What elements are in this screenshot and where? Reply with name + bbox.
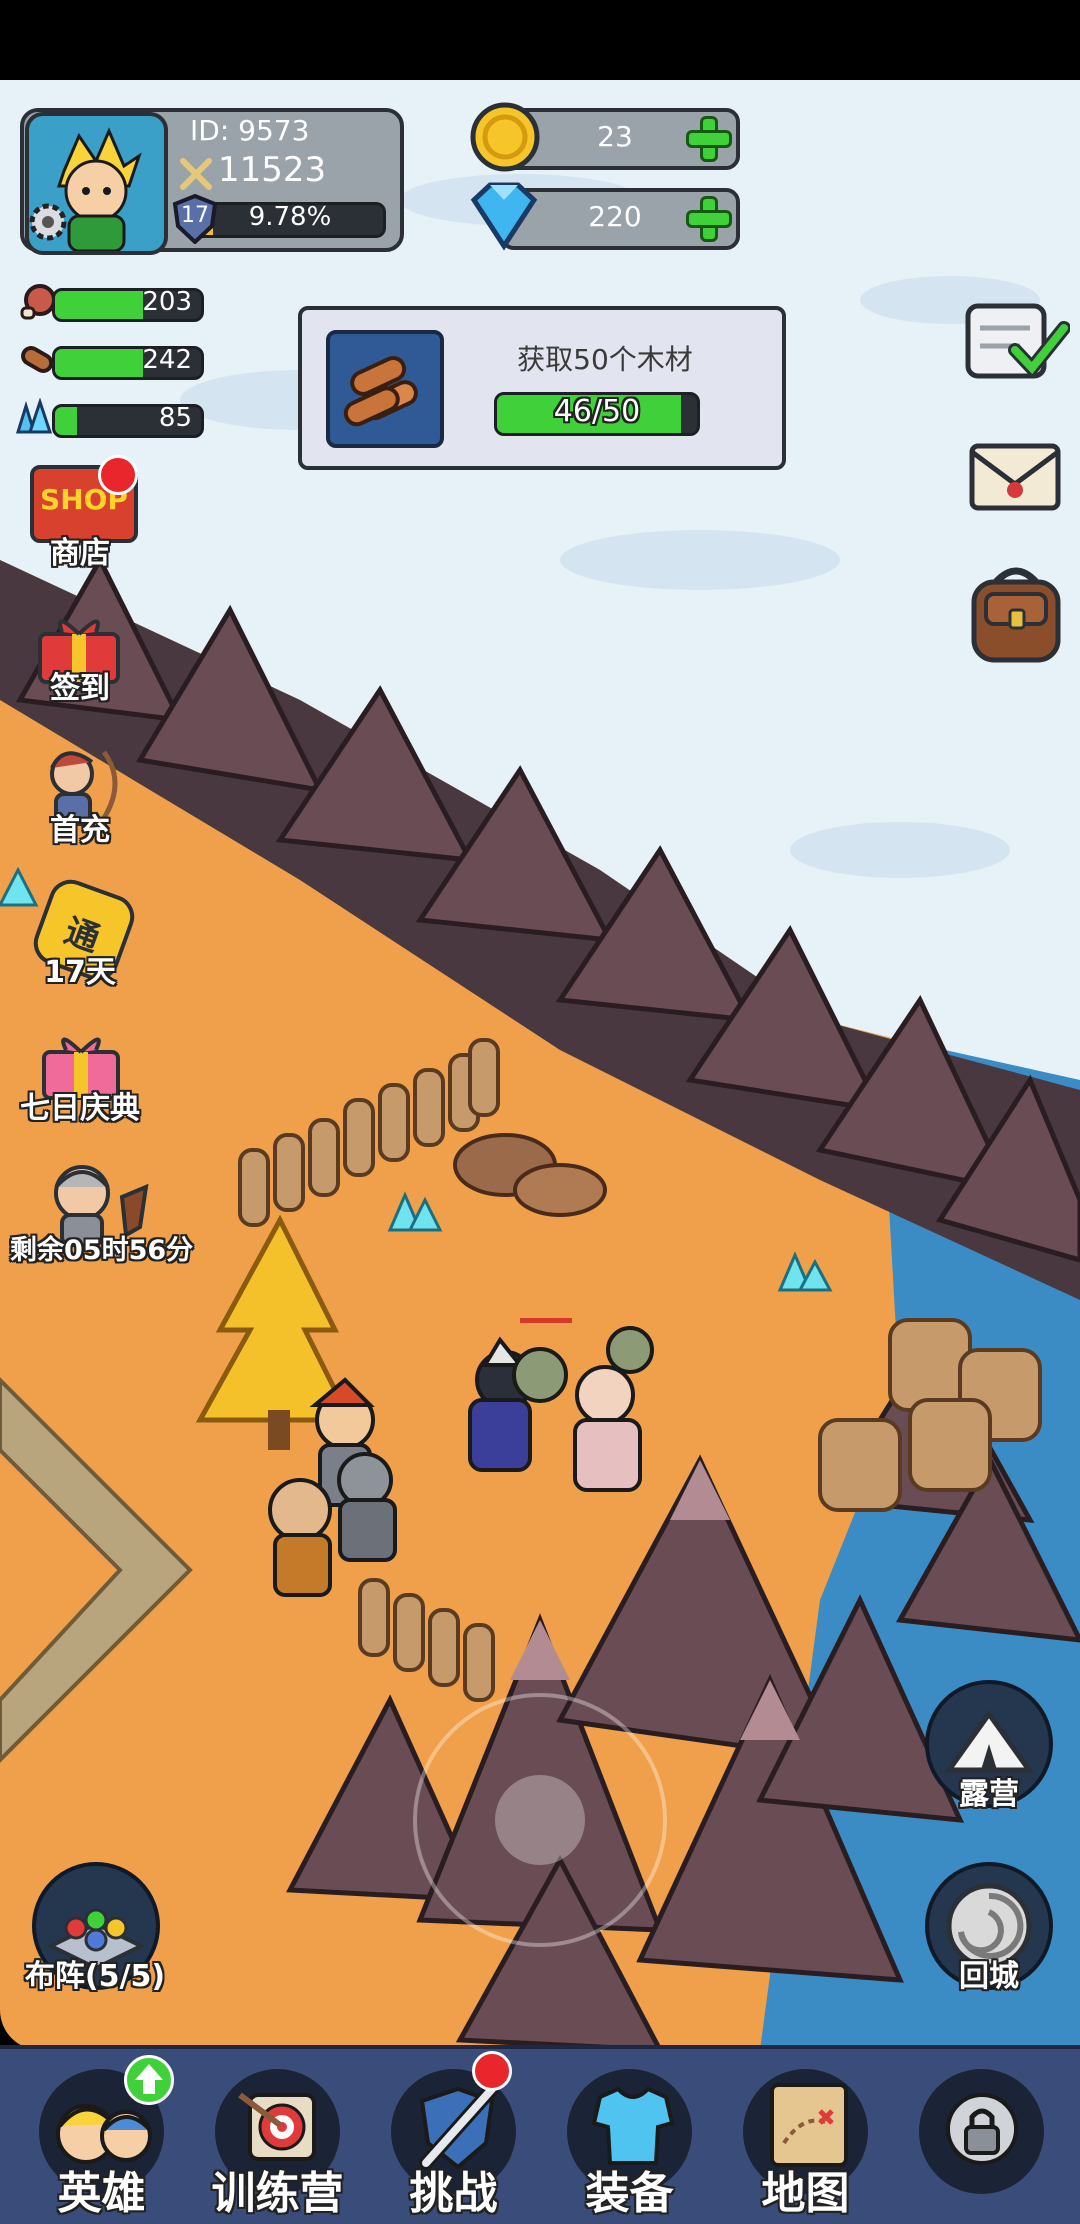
crystal-value: 85 xyxy=(158,403,192,433)
combat-power: 11523 xyxy=(218,150,327,190)
meat-bar-fill xyxy=(55,291,143,319)
nav-equipment[interactable]: 装备 xyxy=(542,2049,717,2224)
nav-map-label: 地图 xyxy=(761,2168,850,2219)
swords-icon xyxy=(178,156,214,192)
crystal-bar-fill xyxy=(55,407,77,435)
shop-button[interactable]: SHOP 商店 xyxy=(0,455,160,575)
player-id: ID: 9573 xyxy=(190,114,309,147)
battle-pass-days: 17天 xyxy=(44,955,116,990)
gold-coin-icon xyxy=(468,100,542,174)
diamond-add-button[interactable] xyxy=(686,196,732,242)
wood-bar-fill xyxy=(55,349,143,377)
resource-crystal: 85 xyxy=(10,396,204,440)
meat-value: 203 xyxy=(142,287,192,317)
player-level: 17 xyxy=(181,203,209,228)
formation-label: 布阵(5/5) xyxy=(24,1959,166,1994)
backpack-icon[interactable] xyxy=(966,560,1066,665)
player-id-label: ID: xyxy=(190,114,230,147)
elder-hero-icon xyxy=(36,1157,156,1247)
quest-wood-icon xyxy=(326,330,444,448)
return-city-label: 回城 xyxy=(959,1959,1019,1994)
resource-bars: 203 242 85 xyxy=(10,280,204,440)
seven-day-event-button[interactable]: 七日庆典 xyxy=(0,1018,160,1133)
nav-equipment-label: 装备 xyxy=(585,2168,674,2219)
nav-hero-label: 英雄 xyxy=(57,2168,146,2219)
bottom-navigation: 英雄 训练营 挑战 装备 地图 xyxy=(0,2045,1080,2224)
wood-value: 242 xyxy=(142,345,192,375)
nav-challenge[interactable]: 挑战 xyxy=(366,2049,541,2224)
seven-day-event-label: 七日庆典 xyxy=(20,1091,140,1126)
settings-gear-icon[interactable] xyxy=(26,200,70,244)
gold-amount: 23 xyxy=(597,120,633,153)
first-charge-label: 首充 xyxy=(50,813,110,848)
mail-icon[interactable] xyxy=(966,428,1066,518)
battle-pass-button[interactable]: 通 17天 xyxy=(0,873,160,993)
first-charge-button[interactable]: 首充 xyxy=(0,738,160,853)
nav-map[interactable]: 地图 xyxy=(718,2049,893,2224)
shop-label: 商店 xyxy=(50,536,110,571)
challenge-notification-dot xyxy=(472,2051,512,2091)
resource-wood: 242 xyxy=(10,338,204,382)
gold-add-button[interactable] xyxy=(686,116,732,162)
nav-hero[interactable]: 英雄 xyxy=(14,2049,189,2224)
quest-title: 获取50个木材 xyxy=(517,343,693,376)
nav-challenge-label: 挑战 xyxy=(409,2168,498,2219)
nav-training[interactable]: 训练营 xyxy=(190,2049,365,2224)
limited-event-button[interactable]: 剩余05时56分 xyxy=(0,1155,200,1280)
nav-locked[interactable] xyxy=(894,2049,1069,2224)
nav-training-label: 训练营 xyxy=(211,2168,344,2219)
resource-meat: 203 xyxy=(10,280,204,324)
daily-task-icon[interactable] xyxy=(960,288,1071,388)
camp-label: 露营 xyxy=(959,1777,1019,1812)
event-timer: 剩余05时56分 xyxy=(10,1235,194,1266)
quest-progress-text: 46/50 xyxy=(553,394,641,429)
signin-label: 签到 xyxy=(50,671,110,706)
diamond-icon xyxy=(462,180,546,252)
player-id-value: 9573 xyxy=(238,114,310,147)
shop-notification-dot xyxy=(98,455,138,495)
hero-upgrade-arrow-icon xyxy=(124,2055,174,2105)
diamond-amount: 220 xyxy=(588,200,642,233)
lock-icon xyxy=(946,2093,1018,2165)
exp-percent: 9.78% xyxy=(248,202,332,232)
signin-button[interactable]: 签到 xyxy=(0,600,160,715)
